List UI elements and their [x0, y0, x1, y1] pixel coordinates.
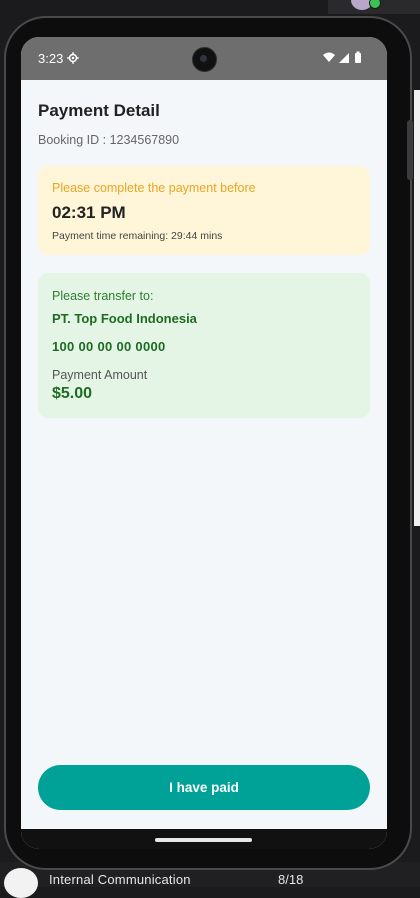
cellular-signal-icon [339, 53, 349, 63]
background-window-edge [414, 90, 420, 526]
status-icons [323, 51, 361, 63]
time-remaining: Payment time remaining: 29:44 mins [52, 230, 223, 242]
transfer-label: Please transfer to: [52, 289, 154, 303]
account-number: 100 00 00 00 0000 [52, 339, 166, 354]
transfer-details-card: Please transfer to: PT. Top Food Indones… [38, 273, 370, 418]
phone-side-button [407, 120, 413, 180]
status-time: 3:23 [38, 51, 64, 66]
channel-count: 8/18 [278, 872, 304, 887]
channel-name[interactable]: Internal Communication [49, 872, 191, 887]
deadline-time: 02:31 PM [52, 203, 126, 222]
i-have-paid-button[interactable]: I have paid [38, 765, 370, 810]
channel-icon [4, 868, 38, 898]
wifi-icon [323, 52, 335, 62]
phone-screen: 3:23 Payment Detail Booking ID : 1234567… [21, 37, 387, 849]
battery-icon [355, 53, 361, 63]
payment-deadline-card: Please complete the payment before 02:31… [38, 166, 370, 255]
home-indicator[interactable] [155, 838, 252, 842]
payment-amount: $5.00 [52, 385, 93, 402]
front-camera-icon [192, 47, 217, 72]
payment-amount-label: Payment Amount [52, 368, 148, 382]
deadline-label: Please complete the payment before [52, 181, 256, 195]
page-title: Payment Detail [38, 101, 160, 120]
recipient-name: PT. Top Food Indonesia [52, 311, 197, 326]
status-bar: 3:23 [21, 37, 387, 80]
settings-gear-icon [67, 52, 79, 64]
booking-id: Booking ID : 1234567890 [38, 133, 180, 147]
